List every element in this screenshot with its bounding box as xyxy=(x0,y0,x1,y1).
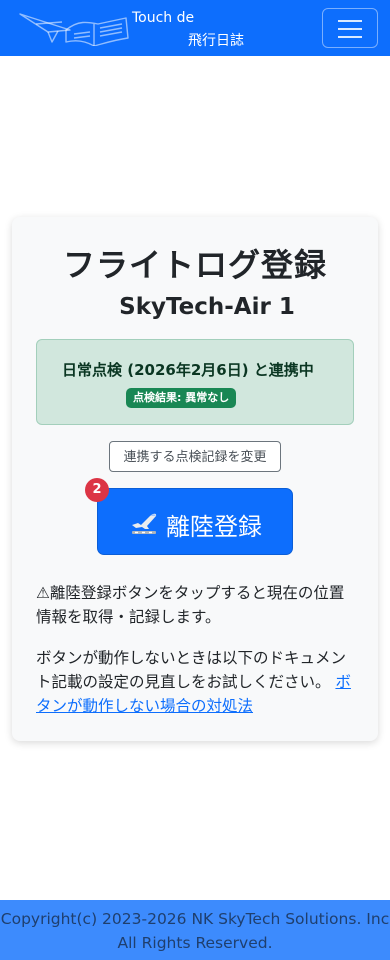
brand-link[interactable]: Touch de 飛行日誌 xyxy=(18,6,258,50)
takeoff-count-badge: 2 xyxy=(85,478,109,502)
inspection-link-alert: 日常点検 (2026年2月6日) と連携中 点検結果: 異常なし xyxy=(36,339,354,425)
paper-plane-book-icon xyxy=(19,13,129,46)
brand-title-line2: 飛行日誌 xyxy=(188,33,244,49)
inspection-link-text: 日常点検 (2026年2月6日) と連携中 xyxy=(62,361,314,379)
menu-toggle-button[interactable] xyxy=(322,8,378,48)
location-note: ⚠離陸登録ボタンをタップすると現在の位置情報を取得・記録します。 xyxy=(36,584,345,626)
aircraft-name: SkyTech-Air 1 xyxy=(119,294,295,320)
brand-title-line1: Touch de xyxy=(132,10,195,26)
copyright-text: Copyright(c) 2023-2026 NK SkyTech Soluti… xyxy=(0,910,390,952)
help-note-text: ボタンが動作しないときは以下のドキュメント記載の設定の見直しをお試しください。 xyxy=(36,649,347,691)
takeoff-button-label: 離陸登録 xyxy=(166,514,262,541)
help-note: ボタンが動作しないときは以下のドキュメント記載の設定の見直しをお試しください。 … xyxy=(36,646,354,718)
hamburger-icon-bar xyxy=(338,36,362,38)
navbar: Touch de 飛行日誌 xyxy=(0,0,390,56)
footer: Copyright(c) 2023-2026 NK SkyTech Soluti… xyxy=(0,900,390,960)
takeoff-plane-icon xyxy=(132,513,157,534)
takeoff-register-button[interactable]: 離陸登録 xyxy=(97,488,293,555)
page-title: フライトログ登録 xyxy=(62,246,327,284)
change-inspection-button[interactable]: 連携する点検記録を変更 xyxy=(109,441,281,472)
hamburger-icon xyxy=(338,20,362,22)
hamburger-icon-bar xyxy=(338,28,362,30)
inspection-result-badge: 点検結果: 異常なし xyxy=(126,388,237,408)
